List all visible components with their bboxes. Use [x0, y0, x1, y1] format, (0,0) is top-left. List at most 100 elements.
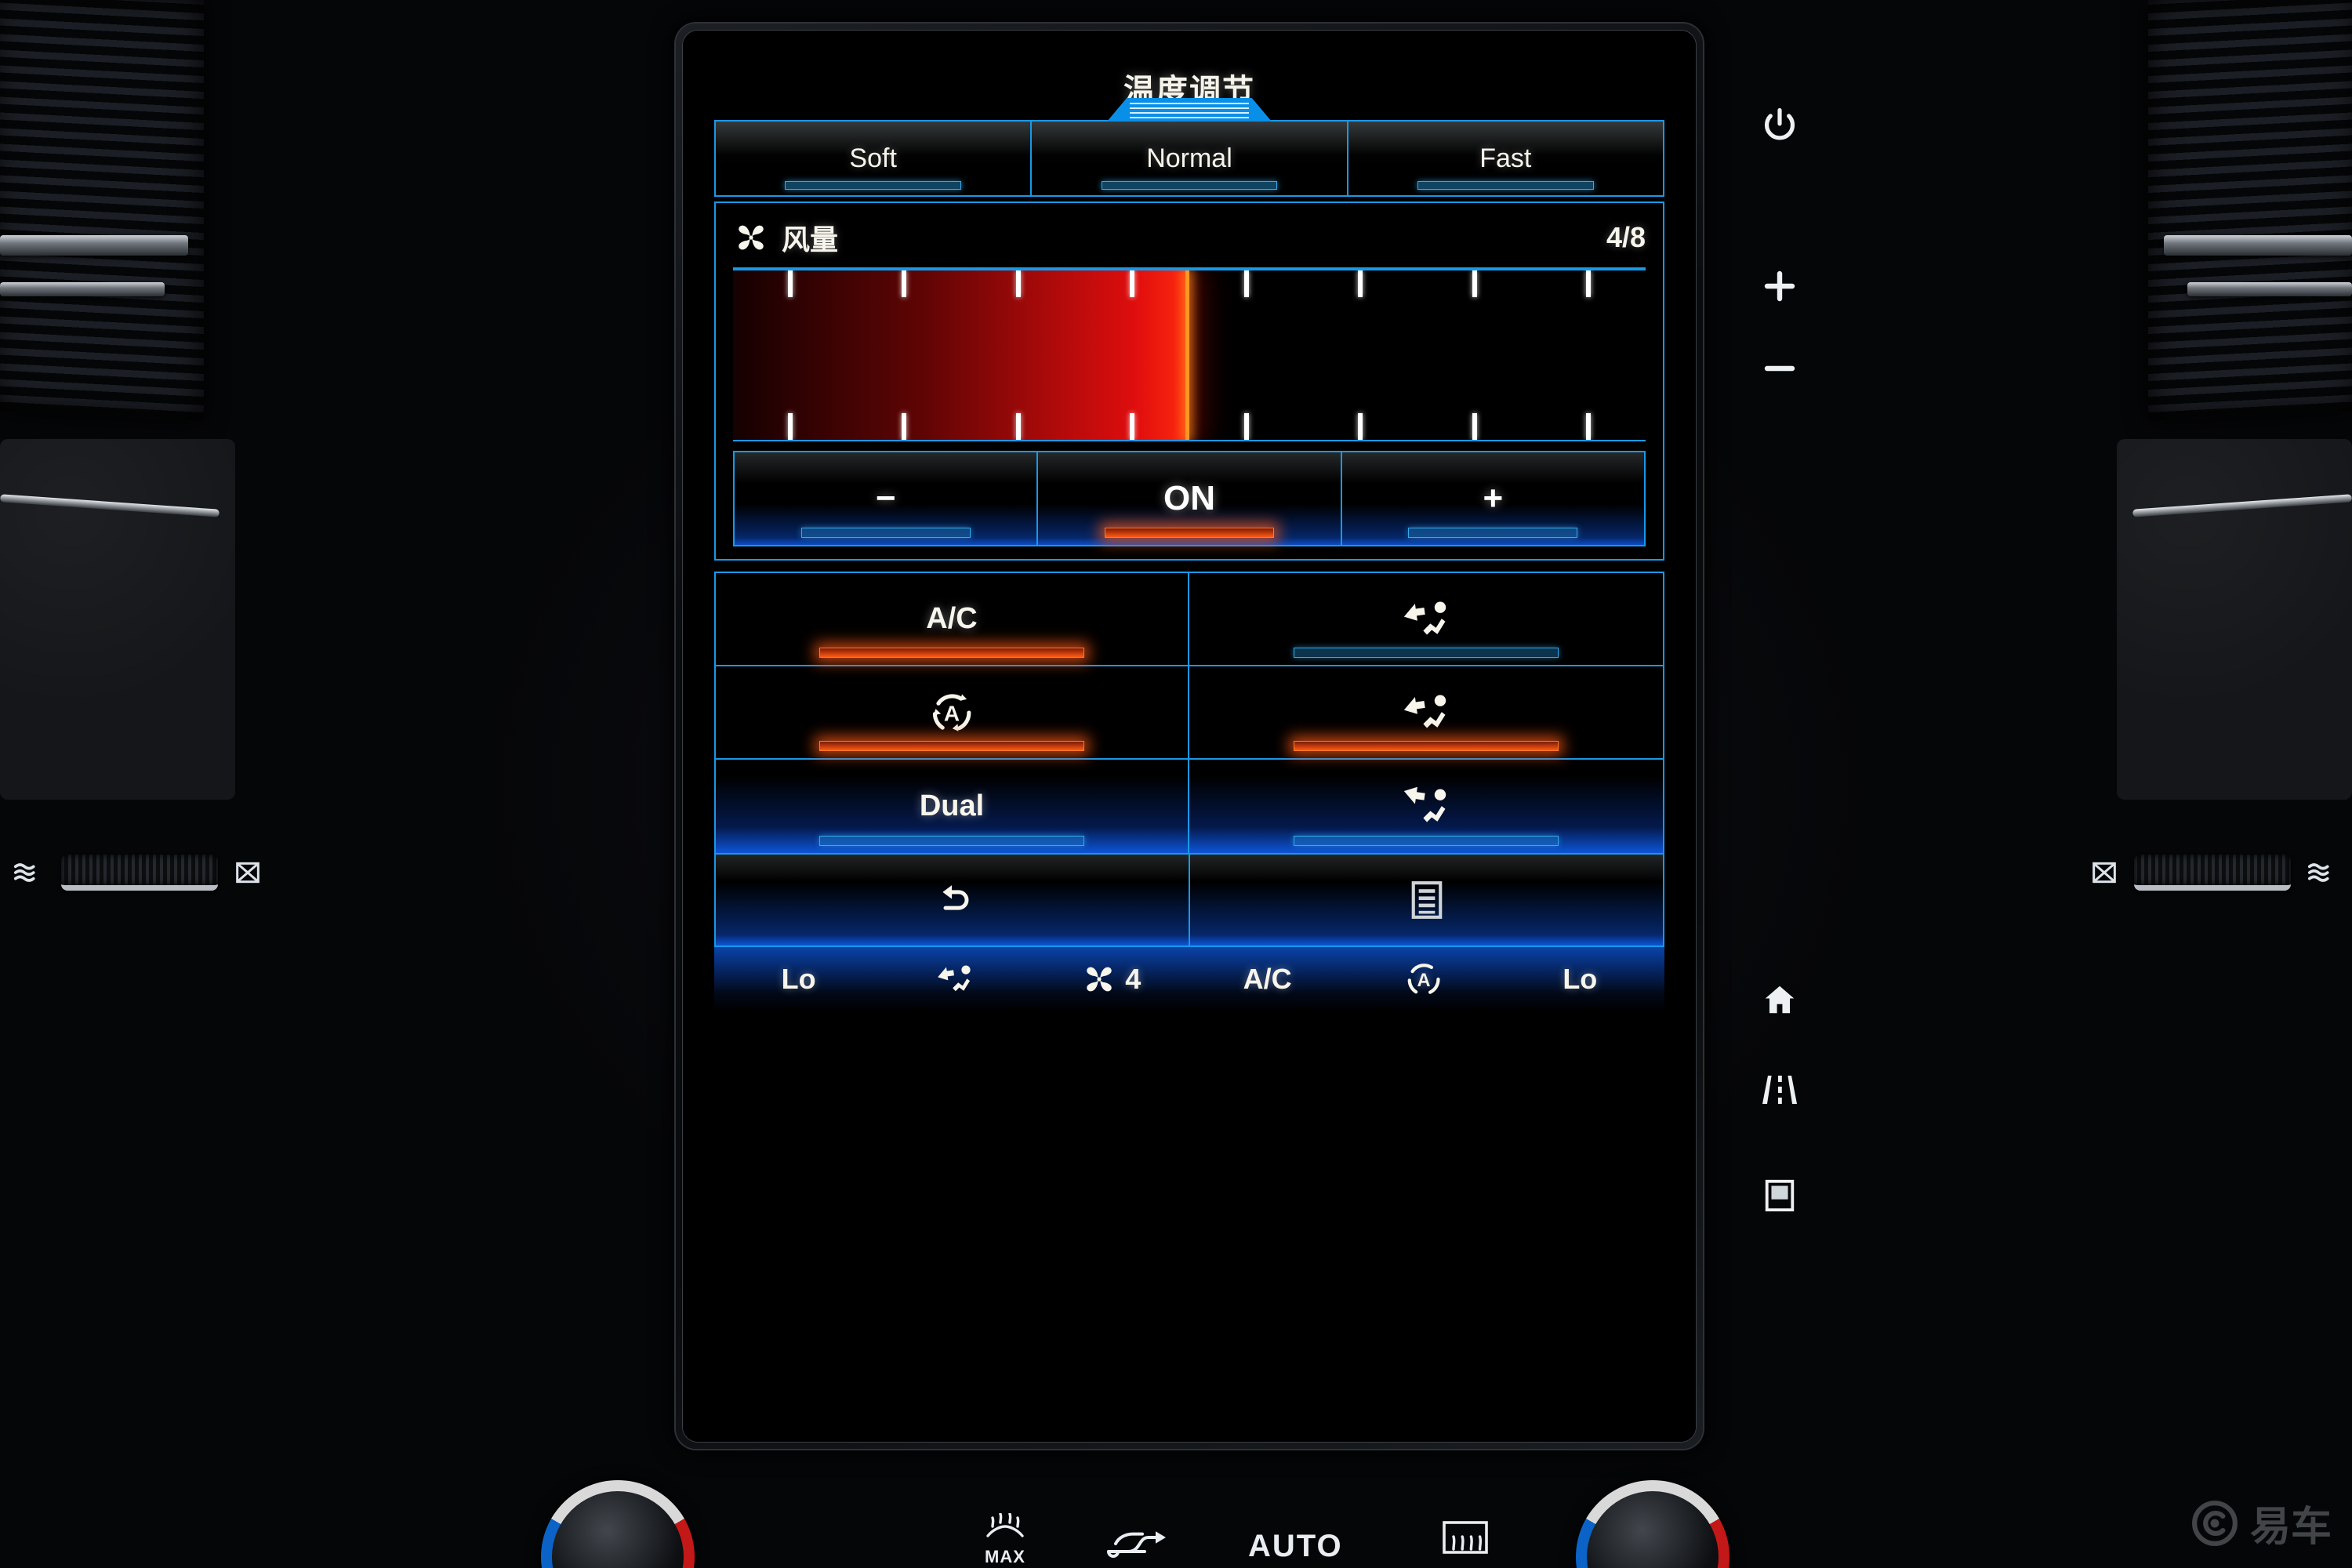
fan-value: 4/8 — [1606, 221, 1646, 253]
minus-icon — [1764, 365, 1795, 372]
left-air-vent-grille — [0, 0, 204, 422]
watermark-logo-icon — [2192, 1500, 2238, 1546]
auto-button[interactable]: AUTO — [1248, 1529, 1343, 1564]
rear-defrost-button[interactable] — [1441, 1519, 1490, 1559]
ac-button[interactable]: A/C — [716, 573, 1189, 666]
tab-soft-indicator — [785, 181, 962, 190]
status-auto-recirc: A — [1345, 958, 1501, 1000]
fan-slider-tick — [902, 413, 907, 440]
left-vent-blade[interactable] — [0, 235, 188, 256]
right-vent-blade-2[interactable] — [2187, 282, 2352, 296]
home-icon — [1765, 985, 1795, 1014]
fan-slider-tick — [1015, 270, 1021, 297]
power-button[interactable] — [1748, 94, 1811, 157]
ac-indicator — [819, 648, 1084, 658]
status-temp-right: Lo — [1502, 963, 1658, 996]
watermark: 易车 — [2190, 1494, 2332, 1552]
dual-indicator — [819, 836, 1084, 846]
back-button[interactable] — [716, 855, 1189, 946]
volume-up-button[interactable] — [1748, 255, 1811, 318]
front-defrost-max-label: MAX — [985, 1547, 1025, 1566]
status-temp-left-label: Lo — [781, 963, 816, 995]
vent-feet-icon — [1403, 786, 1446, 822]
auto-recirc-icon: A — [932, 693, 971, 731]
back-arrow-icon — [942, 885, 968, 910]
volume-down-button[interactable] — [1748, 337, 1811, 400]
fan-plus-indicator — [1408, 528, 1578, 538]
menu-button[interactable] — [1189, 855, 1663, 946]
tab-fast-indicator — [1417, 181, 1594, 190]
right-vent-knob[interactable] — [2134, 855, 2291, 891]
dual-label: Dual — [919, 789, 985, 822]
right-vent-control-cluster — [2089, 855, 2341, 891]
road-icon — [1762, 1076, 1797, 1104]
status-ac: A/C — [1189, 963, 1345, 996]
watermark-text: 易车 — [2249, 1504, 2332, 1551]
display-button[interactable] — [1748, 1164, 1811, 1227]
fan-control-buttons: − ON + — [733, 451, 1646, 546]
left-dash-panel — [0, 439, 235, 800]
infotainment-screenshot: 温度调节 Soft Normal Fast 风量 4/8 − ON + A/C … — [0, 0, 2352, 1568]
right-air-vent-grille — [2148, 0, 2352, 422]
status-temp-left: Lo — [720, 963, 877, 996]
status-fan: 4 — [1033, 963, 1189, 996]
dual-button[interactable]: Dual — [716, 760, 1189, 853]
fan-slider-tick — [1130, 413, 1135, 440]
fan-label: 风量 — [782, 224, 839, 256]
status-fan-label: 4 — [1125, 963, 1142, 995]
climate-status-bar: Lo 4 A/C A Lo — [714, 947, 1664, 1011]
right-vent-blade[interactable] — [2164, 235, 2352, 256]
vent-feet-indicator — [1293, 836, 1559, 846]
fan-slider-tick — [1130, 270, 1135, 297]
fan-slider-tick — [1243, 413, 1249, 440]
screen-action-row — [714, 855, 1664, 947]
svg-text:A: A — [944, 701, 960, 725]
fan-slider-tick — [1586, 413, 1592, 440]
fan-slider-tick — [787, 270, 793, 297]
fan-minus-label: − — [875, 479, 896, 517]
fan-slider-tick — [1586, 270, 1592, 297]
home-button[interactable] — [1748, 968, 1811, 1031]
infotainment-bezel: 温度调节 Soft Normal Fast 风量 4/8 − ON + A/C … — [676, 24, 1703, 1449]
list-menu-icon — [1411, 881, 1442, 919]
vent-face-feet-button[interactable] — [1189, 666, 1663, 760]
recirculation-button[interactable] — [1104, 1526, 1179, 1566]
fan-plus-button[interactable]: + — [1340, 452, 1644, 545]
left-vent-knob[interactable] — [61, 855, 218, 891]
fan-on-label: ON — [1163, 479, 1215, 517]
left-vent-blade-2[interactable] — [0, 282, 165, 296]
auto-recirc-indicator — [819, 741, 1084, 751]
climate-toggle-grid: A/C A Dual — [714, 572, 1664, 855]
vent-feet-button[interactable] — [1189, 760, 1663, 853]
auto-label: AUTO — [1248, 1529, 1343, 1563]
fan-speed-slider[interactable] — [733, 267, 1646, 441]
vent-closed-icon[interactable] — [232, 857, 263, 888]
fan-icon — [739, 225, 764, 250]
status-airflow — [877, 961, 1033, 997]
fan-minus-indicator — [800, 528, 971, 538]
fan-slider-tick — [787, 413, 793, 440]
auto-recirc-button[interactable]: A — [716, 666, 1189, 760]
tab-normal-indicator — [1101, 181, 1278, 190]
vent-face-button[interactable] — [1189, 573, 1663, 666]
airflow-wave-icon-right — [2307, 863, 2329, 882]
left-vent-control-cluster — [11, 855, 263, 891]
tab-normal[interactable]: Normal — [1030, 122, 1346, 195]
vent-closed-icon-right[interactable] — [2089, 857, 2120, 888]
defrost-front-icon — [986, 1512, 1024, 1537]
front-defrost-max-button[interactable]: MAX — [958, 1512, 1052, 1567]
vent-face-icon-2 — [1403, 695, 1446, 728]
tab-fast[interactable]: Fast — [1346, 122, 1663, 195]
fan-slider-tick — [1243, 270, 1249, 297]
fan-slider-fill — [733, 270, 1189, 440]
tab-fast-label: Fast — [1479, 143, 1532, 173]
drive-mode-button[interactable] — [1748, 1058, 1811, 1121]
fan-on-button[interactable]: ON — [1036, 452, 1341, 545]
status-temp-right-label: Lo — [1563, 963, 1598, 995]
tab-soft[interactable]: Soft — [716, 122, 1030, 195]
tab-normal-label: Normal — [1146, 143, 1232, 173]
fan-minus-button[interactable]: − — [735, 452, 1037, 545]
climate-screen: 温度调节 Soft Normal Fast 风量 4/8 − ON + A/C … — [683, 31, 1696, 1442]
airflow-wave-icon — [13, 863, 35, 882]
fan-slider-tick — [1472, 270, 1477, 297]
